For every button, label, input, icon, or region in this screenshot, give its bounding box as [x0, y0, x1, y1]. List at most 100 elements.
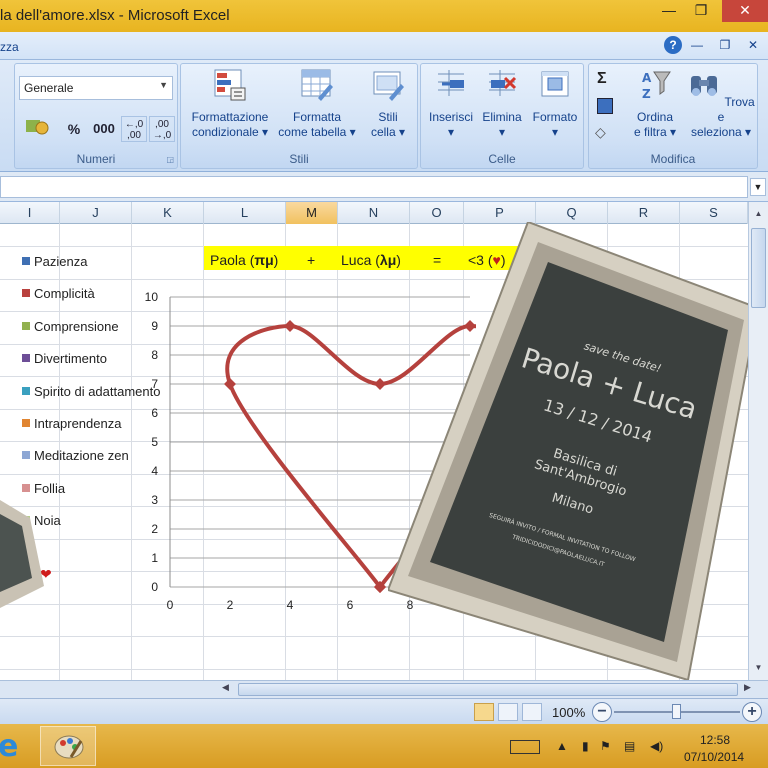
format-as-table-button[interactable]: Formatta come tabella ▾ [275, 68, 359, 140]
decrease-decimal-button[interactable]: ,00 →,0 [149, 116, 175, 142]
column-header-m[interactable]: M [286, 202, 338, 224]
y-tick-label: 5 [151, 435, 158, 449]
ribbon-close-icon[interactable]: ✕ [744, 36, 762, 54]
conditional-formatting-button[interactable]: Formattazione condizionale ▾ [185, 68, 275, 140]
zoom-in-button[interactable]: + [742, 702, 762, 722]
equation-left: Paola (πμ) [210, 252, 279, 268]
column-header-p[interactable]: P [464, 202, 536, 224]
expand-formula-bar-icon[interactable]: ▼ [750, 178, 766, 196]
legend-label: Pazienza [34, 254, 88, 269]
window-title: la dell'amore.xlsx - Microsoft Excel [0, 7, 230, 24]
legend-swatch [22, 483, 30, 492]
conditional-formatting-icon [214, 69, 246, 101]
format-cells-button[interactable]: Formato ▾ [527, 68, 583, 140]
help-icon[interactable]: ? [664, 36, 682, 54]
keyboard-icon[interactable] [510, 740, 540, 754]
legend-label: Follia [34, 480, 66, 496]
action-center-flag-icon[interactable]: ⚑ [600, 739, 611, 753]
currency-format-icon[interactable] [19, 116, 55, 142]
chart-x-ticks: 02468 [167, 598, 414, 612]
increase-decimal-button[interactable]: ←,0,00 [121, 116, 147, 142]
autosum-button[interactable]: Σ [597, 70, 607, 88]
column-header-s[interactable]: S [680, 202, 748, 224]
zoom-slider-thumb[interactable] [672, 704, 681, 719]
fill-icon[interactable] [597, 98, 613, 114]
page-break-view-icon[interactable] [522, 703, 542, 721]
legend-item: Complicità [22, 286, 95, 301]
ie-icon[interactable]: e [0, 726, 26, 766]
insert-cells-icon [438, 70, 464, 96]
column-header-i[interactable]: I [0, 202, 60, 224]
taskbar-paint-app[interactable] [40, 726, 96, 766]
y-tick-label: 9 [151, 319, 158, 333]
network-icon[interactable]: ▤ [624, 739, 635, 753]
y-tick-label: 6 [151, 406, 158, 420]
status-bar: 100% − + [0, 698, 768, 724]
find-select-button[interactable]: Trova e seleziona ▾ [685, 68, 757, 140]
thousands-button[interactable]: 000 [89, 116, 119, 142]
legend-item: Intraprendenza [22, 416, 121, 431]
close-button[interactable]: ✕ [722, 0, 768, 22]
clear-icon[interactable]: ◇ [595, 124, 606, 141]
horizontal-scrollbar[interactable]: ◀ ▶ [0, 680, 768, 698]
column-header-n[interactable]: N [338, 202, 410, 224]
zoom-out-button[interactable]: − [592, 702, 612, 722]
legend-item: Pazienza [22, 254, 87, 269]
column-header-l[interactable]: L [204, 202, 286, 224]
taskbar: e ▲ ▮ ⚑ ▤ ◀) 12:58 07/10/2014 [0, 724, 768, 768]
legend-swatch [22, 321, 30, 330]
number-format-select[interactable]: Generale ▼ [19, 76, 173, 100]
sort-filter-icon: AZ [642, 71, 671, 101]
column-header-k[interactable]: K [132, 202, 204, 224]
ribbon: Generale ▼ % 000 ←,0,00 ,00 →,0 Numeri ◲ … [0, 60, 768, 172]
column-header-j[interactable]: J [60, 202, 132, 224]
legend-label: Complicità [34, 286, 95, 302]
dialog-launcher-icon[interactable]: ◲ [166, 155, 174, 164]
scroll-up-icon[interactable]: ▲ [751, 206, 766, 222]
percent-button[interactable]: % [63, 116, 85, 142]
battery-icon[interactable]: ▮ [582, 739, 589, 753]
y-tick-label: 4 [151, 464, 158, 478]
page-layout-view-icon[interactable] [498, 703, 518, 721]
column-header-q[interactable]: Q [536, 202, 608, 224]
group-label-numeri: Numeri [76, 152, 116, 166]
x-tick-label: 0 [167, 598, 174, 612]
heart-data-point [224, 378, 236, 390]
minimize-button[interactable]: — [654, 0, 684, 22]
group-stili: Formattazione condizionale ▾ Formatta co… [180, 63, 418, 169]
insert-cells-button[interactable]: Inserisci ▾ [423, 68, 479, 140]
legend-item: Comprensione [22, 319, 119, 334]
restore-button[interactable]: ❐ [686, 0, 716, 22]
legend-label: Comprensione [34, 318, 119, 334]
cell-styles-button[interactable]: Stili cella ▾ [361, 68, 415, 140]
clock-time[interactable]: 12:58 [700, 733, 730, 747]
x-tick-label: 6 [347, 598, 354, 612]
show-hidden-icons[interactable]: ▲ [556, 739, 568, 753]
volume-icon[interactable]: ◀) [650, 739, 663, 753]
ribbon-restore-icon[interactable]: ❐ [716, 36, 734, 54]
group-label-celle: Celle [488, 152, 516, 166]
y-tick-label: 10 [145, 290, 159, 304]
vertical-scrollbar[interactable]: ▲ ▼ [748, 202, 768, 680]
horizontal-scroll-thumb[interactable] [238, 683, 738, 696]
zoom-level[interactable]: 100% [552, 705, 585, 720]
scroll-down-icon[interactable]: ▼ [751, 660, 766, 676]
number-format-value: Generale [24, 81, 74, 95]
chart-y-ticks: 0 1 2 3 4 5 6 7 8 9 10 [145, 290, 159, 594]
svg-text:A: A [642, 71, 652, 85]
column-header-r[interactable]: R [608, 202, 680, 224]
delete-cells-button[interactable]: Elimina ▾ [479, 68, 525, 140]
column-header-o[interactable]: O [410, 202, 464, 224]
normal-view-icon[interactable] [474, 703, 494, 721]
x-tick-label: 2 [227, 598, 234, 612]
sort-filter-button[interactable]: AZ Ordina e filtra ▾ [625, 68, 685, 140]
ribbon-minimize-icon[interactable]: — [688, 36, 706, 54]
legend-swatch [22, 257, 30, 265]
tab-partial[interactable]: zza [0, 40, 19, 54]
formula-input[interactable] [0, 176, 748, 198]
y-tick-label: 8 [151, 348, 158, 362]
vertical-scroll-thumb[interactable] [751, 228, 766, 308]
scroll-left-icon[interactable]: ◀ [222, 682, 229, 693]
scroll-right-icon[interactable]: ▶ [744, 682, 751, 693]
clock-date[interactable]: 07/10/2014 [684, 750, 744, 764]
